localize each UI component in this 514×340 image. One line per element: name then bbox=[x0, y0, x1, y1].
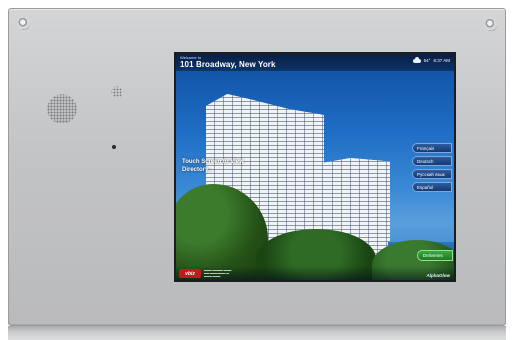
language-menu: Français Deutsch Русский язык Español bbox=[412, 143, 452, 192]
camera-sensor-icon bbox=[112, 145, 116, 149]
speaker-grille-icon bbox=[44, 93, 80, 125]
screw-top-left-icon bbox=[17, 17, 30, 30]
screen-header: Welcome to 101 Broadway, New York 54° 6:… bbox=[176, 54, 454, 71]
screw-top-right-icon bbox=[484, 18, 497, 31]
deliveries-button[interactable]: Deliveries bbox=[417, 250, 453, 261]
language-button-french[interactable]: Français bbox=[412, 143, 452, 153]
kiosk-panel-base bbox=[8, 326, 506, 340]
touch-screen[interactable]: Welcome to 101 Broadway, New York 54° 6:… bbox=[176, 54, 454, 280]
touch-to-view-directory-prompt[interactable]: Touch Screen to View Directory... bbox=[182, 158, 252, 174]
language-button-russian[interactable]: Русский язык bbox=[412, 169, 452, 179]
brand-logo: AlphaGlow bbox=[426, 273, 451, 278]
language-button-spanish[interactable]: Español bbox=[412, 182, 452, 192]
microphone-grille-icon bbox=[110, 85, 124, 99]
temperature: 54° bbox=[423, 58, 431, 63]
weather-widget: 54° 6:37 AM bbox=[412, 57, 450, 63]
clock-time: 6:37 AM bbox=[433, 58, 450, 63]
language-button-german[interactable]: Deutsch bbox=[412, 156, 452, 166]
company-logo: vbiz bbox=[179, 269, 201, 278]
footer-fine-print: ▬▬▬ ▬▬▬▬ ▬▬▬ ▬▬ ▬▬▬▬▬▬ ▬ ▬▬▬ ▬▬▬ bbox=[204, 269, 232, 278]
building-address: 101 Broadway, New York bbox=[180, 60, 276, 69]
screen-footer: vbiz ▬▬▬ ▬▬▬▬ ▬▬▬ ▬▬ ▬▬▬▬▬▬ ▬ ▬▬▬ ▬▬▬ Alph… bbox=[176, 266, 454, 280]
cloud-icon bbox=[412, 57, 421, 63]
screen-bezel: Welcome to 101 Broadway, New York 54° 6:… bbox=[174, 52, 456, 282]
